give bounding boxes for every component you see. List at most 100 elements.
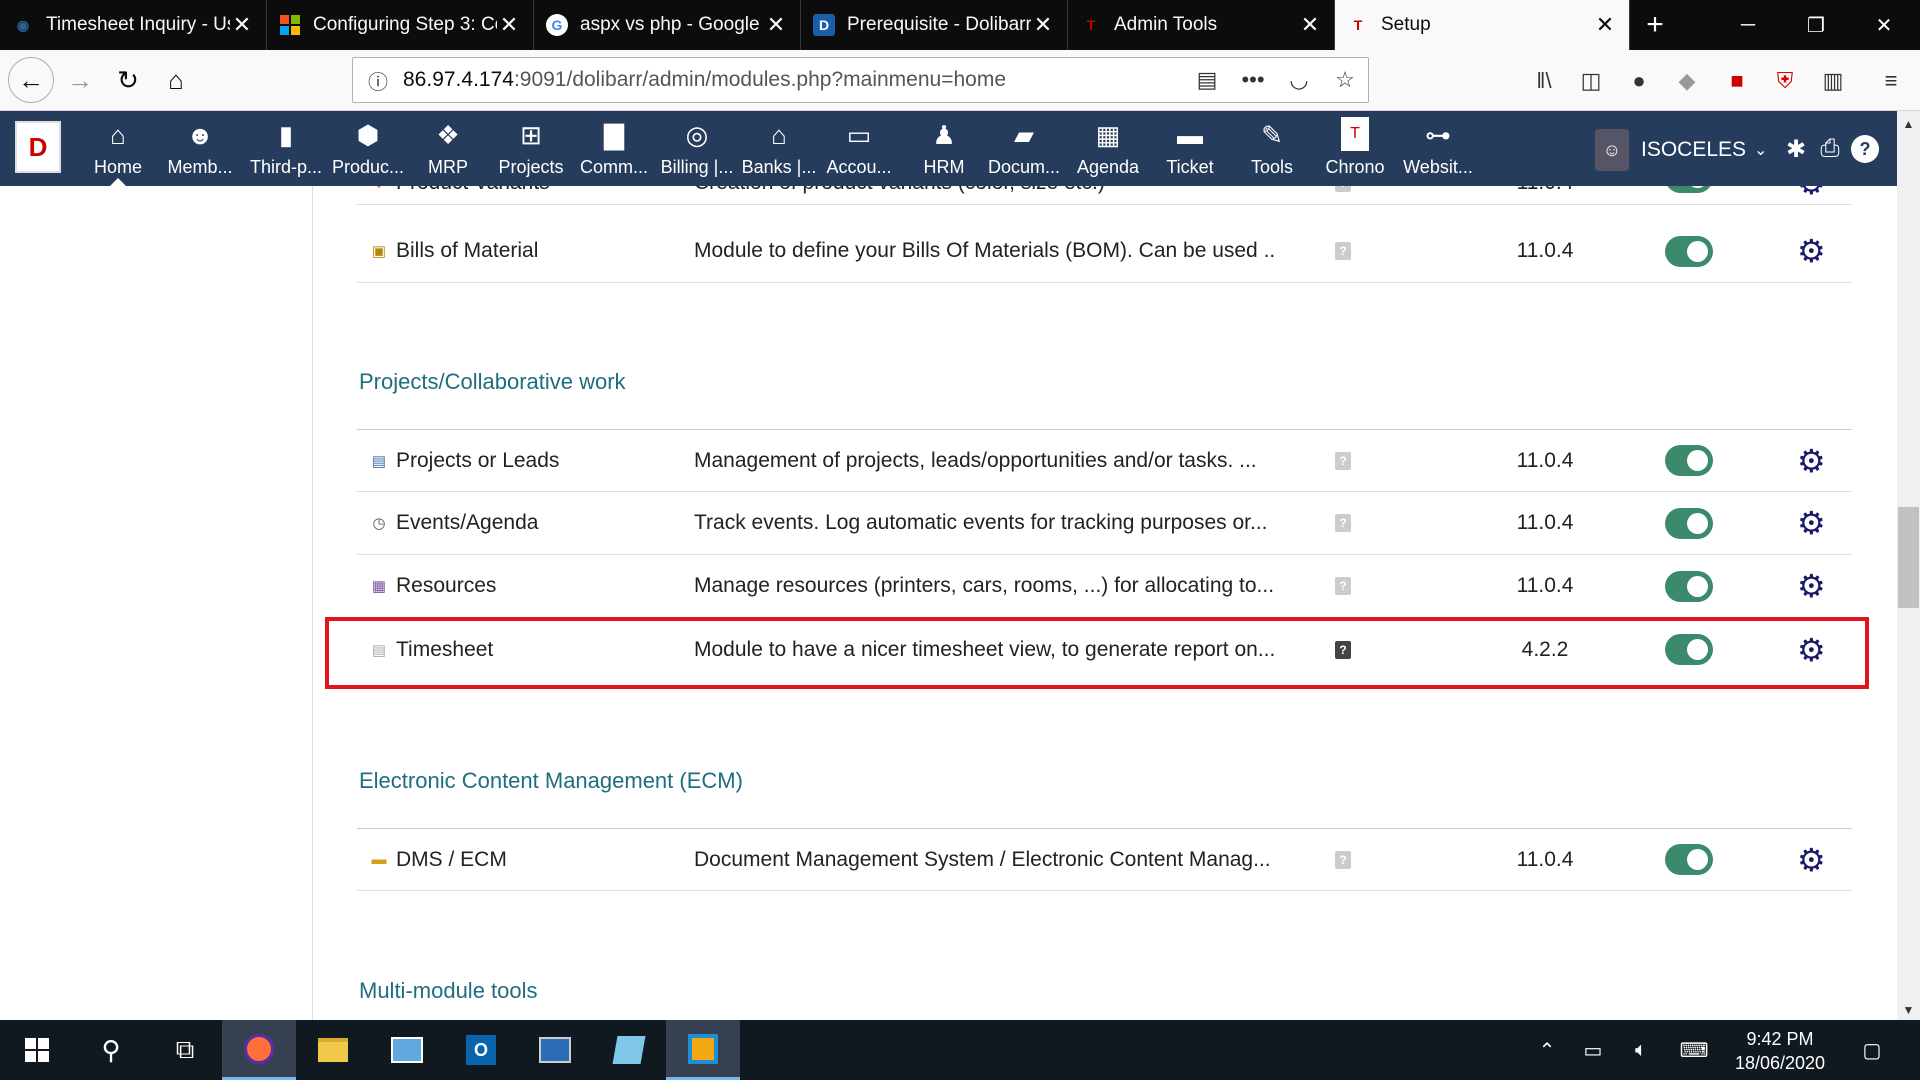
module-toggle[interactable] bbox=[1665, 186, 1713, 193]
help-icon[interactable]: ? bbox=[1335, 186, 1351, 192]
menu-banks[interactable]: ⌂ Banks |... bbox=[742, 111, 817, 186]
back-arrow-icon[interactable]: ← bbox=[8, 57, 54, 103]
volume-icon[interactable]: 🔈︎ bbox=[1624, 1020, 1658, 1080]
remote-desktop-icon[interactable] bbox=[518, 1020, 592, 1080]
menu-label: Websit... bbox=[1403, 157, 1473, 177]
section-title: Electronic Content Management (ECM) bbox=[359, 768, 743, 793]
notifications-icon[interactable]: ▢ bbox=[1852, 1020, 1892, 1080]
menu-projects[interactable]: ⊞ Projects bbox=[496, 111, 566, 186]
barcode-extension-icon[interactable]: ▥ bbox=[1816, 64, 1850, 98]
task-view-icon[interactable]: ⧉ bbox=[148, 1020, 222, 1080]
menu-chrono[interactable]: T Chrono bbox=[1322, 111, 1388, 186]
account-icon[interactable]: ● bbox=[1622, 64, 1656, 98]
help-icon[interactable]: ? bbox=[1335, 850, 1351, 869]
outlook-icon[interactable]: O bbox=[444, 1020, 518, 1080]
clock-date: 18/06/2020 bbox=[1734, 1053, 1826, 1073]
windows-start-icon[interactable] bbox=[0, 1020, 74, 1080]
chevron-down-icon: ⌄ bbox=[1754, 142, 1768, 159]
menu-third-parties[interactable]: ▮ Third-p... bbox=[248, 111, 324, 186]
shield-extension-icon[interactable]: ⛨ bbox=[1768, 64, 1802, 98]
close-tab-icon[interactable]: ✕ bbox=[497, 12, 521, 38]
scroll-down-arrow-icon[interactable]: ▼ bbox=[1897, 1000, 1920, 1020]
close-tab-icon[interactable]: ✕ bbox=[1031, 12, 1055, 38]
control-panel-icon[interactable] bbox=[370, 1020, 444, 1080]
forward-arrow-icon[interactable]: → bbox=[60, 60, 100, 100]
reader-view-icon[interactable]: ▤ bbox=[1184, 67, 1230, 93]
menu-commercial[interactable]: ▇ Comm... bbox=[578, 111, 650, 186]
firefox-taskbar-icon[interactable] bbox=[222, 1020, 296, 1080]
pocket-icon[interactable]: ◡ bbox=[1276, 67, 1322, 93]
menu-billing[interactable]: ◎ Billing |... bbox=[660, 111, 734, 186]
close-tab-icon[interactable]: ✕ bbox=[230, 12, 254, 38]
menu-home[interactable]: ⌂ Home bbox=[90, 111, 146, 186]
page-scrollbar[interactable]: ▲ ▼ bbox=[1897, 111, 1920, 1020]
browser-tab[interactable]: D Prerequisite - Dolibarr ✕ bbox=[801, 0, 1068, 50]
library-icon[interactable]: ‖\ bbox=[1527, 64, 1561, 98]
browser-tab[interactable]: T Admin Tools ✕ bbox=[1068, 0, 1335, 50]
notepad-icon[interactable] bbox=[592, 1020, 666, 1080]
browser-tab[interactable]: G aspx vs php - Google S ✕ bbox=[534, 0, 801, 50]
search-icon[interactable]: ⚲ bbox=[74, 1020, 148, 1080]
page-actions-icon[interactable]: ••• bbox=[1230, 67, 1276, 93]
close-window-button[interactable]: ✕ bbox=[1850, 0, 1918, 50]
gear-icon[interactable]: ⚙ bbox=[1797, 186, 1826, 202]
pdf-extension-icon[interactable]: ■ bbox=[1720, 64, 1754, 98]
scrollbar-thumb[interactable] bbox=[1898, 507, 1919, 608]
gear-icon[interactable]: ⚙ bbox=[1797, 504, 1826, 542]
menu-ticket[interactable]: ▬ Ticket bbox=[1160, 111, 1220, 186]
menu-members[interactable]: ☻ Memb... bbox=[164, 111, 236, 186]
user-menu[interactable]: ☺ ISOCELES ⌄ bbox=[1595, 129, 1767, 171]
close-tab-icon[interactable]: ✕ bbox=[1593, 12, 1617, 38]
battery-icon[interactable]: ▭ bbox=[1576, 1020, 1610, 1080]
close-tab-icon[interactable]: ✕ bbox=[764, 12, 788, 38]
address-bar[interactable]: ⓘ 86.97.4.174:9091/dolibarr/admin/module… bbox=[352, 57, 1369, 103]
reload-icon[interactable]: ↻ bbox=[108, 60, 148, 100]
module-toggle[interactable] bbox=[1665, 235, 1713, 267]
help-icon[interactable]: ? bbox=[1335, 451, 1351, 470]
bookmark-star-icon[interactable]: ☆ bbox=[1322, 67, 1368, 93]
scroll-up-arrow-icon[interactable]: ▲ bbox=[1897, 114, 1920, 134]
browser-tab-active[interactable]: T Setup ✕ bbox=[1335, 0, 1630, 50]
bug-icon[interactable]: ✱ bbox=[1782, 135, 1810, 163]
gear-icon[interactable]: ⚙ bbox=[1797, 567, 1826, 605]
close-tab-icon[interactable]: ✕ bbox=[1298, 12, 1322, 38]
gear-icon[interactable]: ⚙ bbox=[1797, 442, 1826, 480]
module-toggle[interactable] bbox=[1665, 570, 1713, 602]
menu-website[interactable]: ⊶ Websit... bbox=[1402, 111, 1474, 186]
new-tab-button[interactable]: + bbox=[1630, 0, 1680, 50]
browser-tab[interactable]: Configuring Step 3: Co ✕ bbox=[267, 0, 534, 50]
ticket-icon: ▬ bbox=[1177, 120, 1203, 150]
minimize-window-button[interactable]: ─ bbox=[1714, 0, 1782, 50]
gear-icon[interactable]: ⚙ bbox=[1797, 841, 1826, 879]
restore-window-button[interactable]: ❐ bbox=[1782, 0, 1850, 50]
browser-tab[interactable]: ◉ Timesheet Inquiry - Us ✕ bbox=[0, 0, 267, 50]
module-toggle[interactable] bbox=[1665, 507, 1713, 539]
module-toggle[interactable] bbox=[1665, 445, 1713, 476]
menu-documents[interactable]: ▰ Docum... bbox=[988, 111, 1060, 186]
help-icon[interactable]: ? bbox=[1335, 577, 1351, 595]
hamburger-menu-icon[interactable]: ≡ bbox=[1874, 64, 1908, 98]
help-icon[interactable]: ? bbox=[1335, 242, 1351, 260]
vm-app-icon[interactable] bbox=[666, 1020, 740, 1080]
menu-hrm[interactable]: ♟ HRM bbox=[916, 111, 972, 186]
menu-agenda[interactable]: ▦ Agenda bbox=[1076, 111, 1140, 186]
module-toggle[interactable] bbox=[1665, 844, 1713, 875]
menu-products[interactable]: ⬢ Produc... bbox=[330, 111, 406, 186]
print-icon[interactable]: ⎙ bbox=[1816, 135, 1844, 163]
url-text[interactable]: 86.97.4.174:9091/dolibarr/admin/modules.… bbox=[403, 68, 1184, 92]
menu-tools[interactable]: ✎ Tools bbox=[1244, 111, 1300, 186]
help-icon[interactable]: ? bbox=[1335, 514, 1351, 532]
keyboard-icon[interactable]: ⌨ bbox=[1674, 1020, 1714, 1080]
show-hidden-icons-chevron-icon[interactable]: ⌃ bbox=[1532, 1020, 1562, 1080]
taskbar-clock[interactable]: 9:42 PM 18/06/2020 bbox=[1725, 1027, 1835, 1075]
extension-icon[interactable]: ◆ bbox=[1670, 64, 1704, 98]
help-icon[interactable]: ? bbox=[1851, 135, 1879, 163]
gear-icon[interactable]: ⚙ bbox=[1797, 232, 1826, 270]
company-logo[interactable]: D bbox=[15, 121, 61, 173]
menu-accounting[interactable]: ▭ Accou... bbox=[824, 111, 894, 186]
home-icon[interactable]: ⌂ bbox=[156, 60, 196, 100]
menu-mrp[interactable]: ❖ MRP bbox=[420, 111, 476, 186]
file-explorer-icon[interactable] bbox=[296, 1020, 370, 1080]
sidebar-icon[interactable]: ◫ bbox=[1574, 64, 1608, 98]
site-info-icon[interactable]: ⓘ bbox=[353, 66, 403, 95]
